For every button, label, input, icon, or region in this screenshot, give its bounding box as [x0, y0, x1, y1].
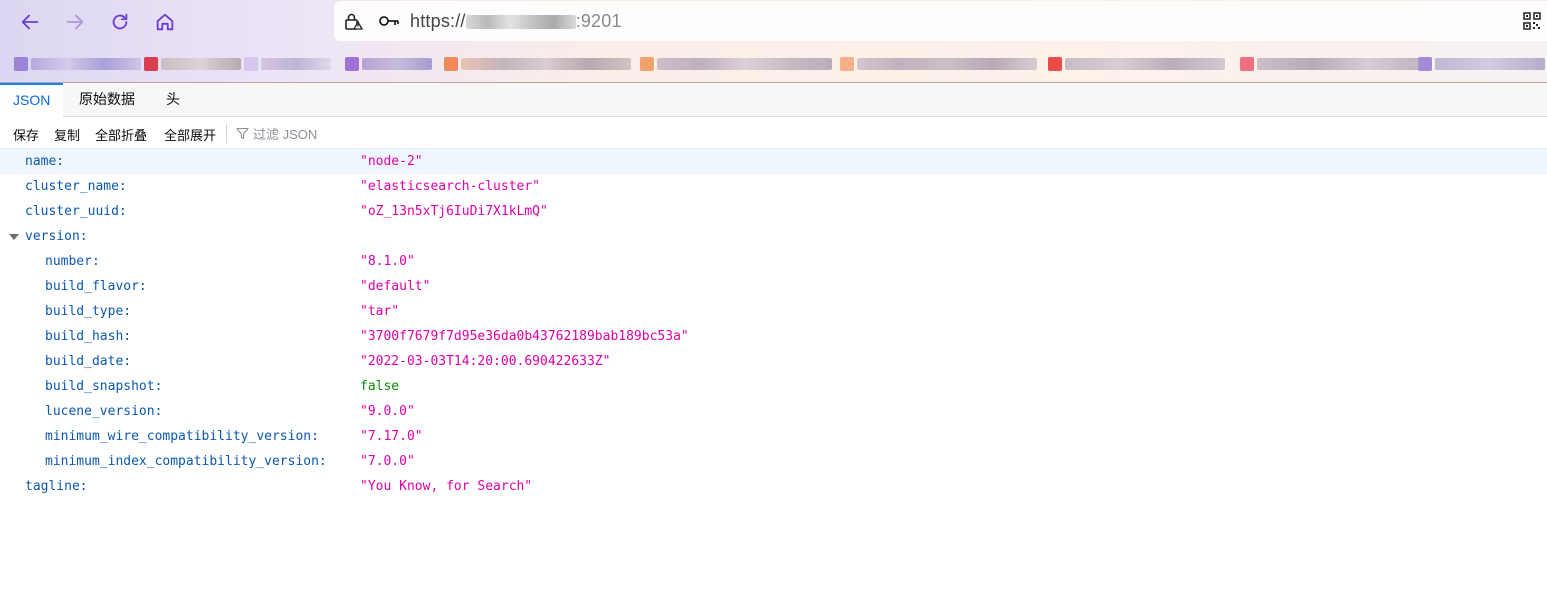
bookmark-item[interactable] [444, 54, 631, 74]
json-key: name: [25, 154, 65, 169]
json-tree: name: "node-2" cluster_name: "elasticsearch… [0, 149, 1547, 499]
bookmark-item[interactable] [840, 54, 1037, 74]
save-button[interactable]: 保存 [13, 125, 39, 144]
json-key: version: [25, 229, 88, 244]
json-row[interactable]: tagline: "You Know, for Search" [0, 474, 1547, 499]
json-key: build_flavor: [45, 279, 147, 294]
json-value: "8.1.0" [360, 254, 415, 269]
json-key: cluster_name: [25, 179, 127, 194]
bookmark-item[interactable] [14, 54, 141, 74]
json-row[interactable]: build_date: "2022-03-03T14:20:00.69042263… [0, 349, 1547, 374]
filter-json-input[interactable]: 过滤 JSON [236, 124, 317, 143]
bookmark-item[interactable] [244, 54, 331, 74]
json-row[interactable]: build_type: "tar" [0, 299, 1547, 324]
json-value: "9.0.0" [360, 404, 415, 419]
copy-button[interactable]: 复制 [54, 125, 80, 144]
json-row[interactable]: cluster_uuid: "oZ_13n5xTj6IuDi7X1kLmQ" [0, 199, 1547, 224]
toolbar-divider [226, 123, 227, 143]
json-key: build_snapshot: [45, 379, 163, 394]
json-value: "7.17.0" [360, 429, 423, 444]
forward-arrow-icon [66, 14, 84, 30]
json-row[interactable]: minimum_index_compatibility_version: "7.0… [0, 449, 1547, 474]
json-row[interactable]: build_snapshot: false [0, 374, 1547, 399]
redacted-host [465, 15, 576, 30]
browser-toolbar: https:// :9201 [0, 0, 1547, 83]
qr-code-icon[interactable] [1523, 12, 1541, 35]
json-value: "You Know, for Search" [360, 479, 533, 494]
bookmark-item[interactable] [1048, 54, 1225, 74]
tab-headers[interactable]: 头 [153, 83, 193, 116]
viewer-toolbar: 保存 复制 全部折叠 全部展开 过滤 JSON [0, 117, 1547, 149]
json-value: "node-2" [360, 154, 423, 169]
json-row[interactable]: minimum_wire_compatibility_version: "7.17… [0, 424, 1547, 449]
address-bar[interactable]: https:// :9201 [334, 1, 1547, 41]
json-value: "3700f7679f7d95e36da0b43762189bab189bc53… [360, 329, 689, 344]
tab-json[interactable]: JSON [0, 83, 64, 118]
json-key: minimum_wire_compatibility_version: [45, 429, 319, 444]
json-key: build_hash: [45, 329, 132, 344]
back-arrow-icon [21, 14, 39, 30]
url-port: :9201 [575, 11, 622, 31]
json-value: false [360, 379, 400, 394]
back-button[interactable] [16, 8, 44, 36]
json-row[interactable]: number: "8.1.0" [0, 249, 1547, 274]
json-row[interactable]: version: [0, 224, 1547, 249]
json-row[interactable]: build_hash: "3700f7679f7d95e36da0b4376218… [0, 324, 1547, 349]
bookmark-item[interactable] [144, 54, 241, 74]
home-icon [156, 13, 174, 31]
json-value: "tar" [360, 304, 400, 319]
json-key: build_date: [45, 354, 132, 369]
url-scheme: https:// [410, 11, 466, 31]
json-key: cluster_uuid: [25, 204, 127, 219]
json-key: minimum_index_compatibility_version: [45, 454, 327, 469]
expand-all-button[interactable]: 全部展开 [164, 125, 216, 144]
viewer-tabs: JSON 原始数据 头 [0, 83, 1547, 118]
json-row[interactable]: cluster_name: "elasticsearch-cluster" [0, 174, 1547, 199]
filter-placeholder: 过滤 JSON [253, 127, 318, 142]
json-row[interactable]: name: "node-2" [0, 149, 1547, 174]
json-key: lucene_version: [45, 404, 163, 419]
json-value: "7.0.0" [360, 454, 415, 469]
collapse-all-button[interactable]: 全部折叠 [95, 125, 147, 144]
json-value: "elasticsearch-cluster" [360, 179, 541, 194]
home-button[interactable] [151, 8, 179, 36]
bookmark-item[interactable] [640, 54, 832, 74]
json-value: "2022-03-03T14:20:00.690422633Z" [360, 354, 611, 369]
filter-funnel-icon [236, 127, 249, 140]
json-row[interactable]: lucene_version: "9.0.0" [0, 399, 1547, 424]
json-key: number: [45, 254, 100, 269]
json-value: "oZ_13n5xTj6IuDi7X1kLmQ" [360, 204, 548, 219]
bookmarks-bar [0, 50, 1547, 78]
json-key: tagline: [25, 479, 88, 494]
tab-raw-data[interactable]: 原始数据 [66, 83, 148, 116]
json-key: build_type: [45, 304, 132, 319]
reload-button[interactable] [106, 8, 134, 36]
bookmark-item[interactable] [1418, 54, 1545, 74]
bookmark-item[interactable] [1240, 54, 1422, 74]
bookmark-item[interactable] [345, 54, 432, 74]
json-value: "default" [360, 279, 431, 294]
forward-button[interactable] [61, 8, 89, 36]
collapse-triangle-icon[interactable] [9, 234, 19, 240]
key-icon[interactable] [378, 12, 400, 35]
lock-warning-icon[interactable] [343, 11, 364, 36]
url-text[interactable]: https:// :9201 [410, 11, 622, 32]
json-row[interactable]: build_flavor: "default" [0, 274, 1547, 299]
reload-icon [112, 13, 128, 30]
